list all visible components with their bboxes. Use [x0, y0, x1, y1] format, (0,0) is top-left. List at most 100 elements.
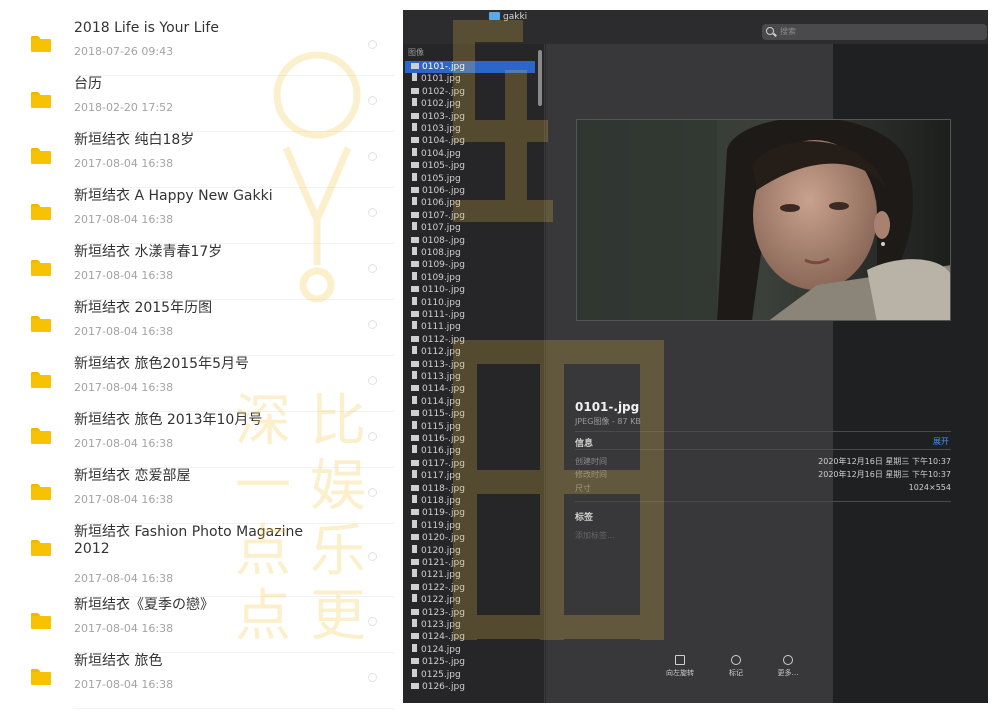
file-item[interactable]: 0111-.jpg — [405, 309, 535, 321]
file-item[interactable]: 0105-.jpg — [405, 160, 535, 172]
file-item[interactable]: 0122.jpg — [405, 594, 535, 606]
file-item[interactable]: 0124-.jpg — [405, 631, 535, 643]
file-item[interactable]: 0105.jpg — [405, 172, 535, 185]
folder-date: 2018-02-20 17:52 — [74, 101, 174, 114]
scrollbar[interactable] — [538, 50, 542, 106]
file-item[interactable]: 0120-.jpg — [405, 532, 535, 544]
file-list-column[interactable]: 图像 0101-.jpg 0101.jpg 0102-.jpg 0102.jpg 010… — [403, 44, 545, 703]
file-item[interactable]: 0126-.jpg — [405, 681, 535, 693]
file-item[interactable]: 0118-.jpg — [405, 483, 535, 495]
image-thumbnail-icon — [411, 583, 419, 590]
folder-row[interactable]: 新垣结衣 旅色 2013年10月号 2017-08-04 16:38 — [0, 412, 395, 468]
rotate-left-button[interactable]: 向左旋转 — [660, 655, 700, 678]
file-name: 0118.jpg — [421, 496, 461, 506]
file-item[interactable]: 0112-.jpg — [405, 334, 535, 346]
image-thumbnail-icon — [411, 112, 419, 119]
folder-row[interactable]: 新垣结衣 旅色 2017-08-04 16:38 — [0, 653, 395, 709]
add-tag-input[interactable]: 添加标签… — [575, 530, 615, 541]
folder-row[interactable]: 新垣结衣 纯白18岁 2017-08-04 16:38 — [0, 132, 395, 188]
folder-list: 2018 Life is Your Life 2018-07-26 09:43 台历… — [0, 0, 395, 712]
file-item[interactable]: 0121.jpg — [405, 569, 535, 581]
file-item[interactable]: 0122-.jpg — [405, 582, 535, 594]
expand-link[interactable]: 展开 — [933, 436, 949, 447]
file-item[interactable]: 0117-.jpg — [405, 458, 535, 470]
folder-row[interactable]: 新垣结衣 Fashion Photo Magazine 2012 2017-08-… — [0, 524, 395, 597]
file-item[interactable]: 0107-.jpg — [405, 210, 535, 222]
file-item[interactable]: 0118.jpg — [405, 495, 535, 507]
file-name: 0122.jpg — [421, 595, 461, 606]
file-item[interactable]: 0113-.jpg — [405, 359, 535, 371]
file-item[interactable]: 0103-.jpg — [405, 111, 535, 123]
file-item[interactable]: 0123.jpg — [405, 619, 535, 631]
folder-icon — [31, 613, 51, 629]
select-radio[interactable] — [368, 376, 377, 385]
file-item[interactable]: 0119-.jpg — [405, 507, 535, 519]
file-name: 0106.jpg — [421, 198, 461, 209]
folder-title: 2018 Life is Your Life — [74, 20, 219, 36]
info-header: 信息 — [575, 439, 594, 449]
select-radio[interactable] — [368, 320, 377, 329]
file-item[interactable]: 0107.jpg — [405, 222, 535, 234]
file-item[interactable]: 0116.jpg — [405, 445, 535, 457]
file-name: 0125-.jpg — [422, 657, 465, 668]
folder-row[interactable]: 新垣结衣 A Happy New Gakki 2017-08-04 16:38 — [0, 188, 395, 244]
select-radio[interactable] — [368, 552, 377, 561]
folder-row[interactable]: 台历 2018-02-20 17:52 — [0, 76, 395, 132]
image-thumbnail-icon — [412, 98, 417, 107]
file-item[interactable]: 0125-.jpg — [405, 656, 535, 668]
select-radio[interactable] — [368, 208, 377, 217]
file-item[interactable]: 0123-.jpg — [405, 607, 535, 619]
file-item[interactable]: 0116-.jpg — [405, 433, 535, 445]
file-item[interactable]: 0111.jpg — [405, 321, 535, 333]
more-button[interactable]: 更多… — [768, 655, 808, 678]
folder-title: 新垣结衣 旅色2015年5月号 — [74, 356, 249, 372]
select-radio[interactable] — [368, 96, 377, 105]
markup-button[interactable]: 标记 — [716, 655, 756, 678]
file-item[interactable]: 0114.jpg — [405, 395, 535, 408]
image-thumbnail-icon — [411, 311, 419, 317]
file-item[interactable]: 0120.jpg — [405, 544, 535, 557]
file-item[interactable]: 0117.jpg — [405, 470, 535, 482]
file-item[interactable]: 0110.jpg — [405, 296, 535, 309]
file-item[interactable]: 0104.jpg — [405, 147, 535, 160]
file-item[interactable]: 0110-.jpg — [405, 284, 535, 296]
file-item[interactable]: 0124.jpg — [405, 643, 535, 656]
folder-row[interactable]: 新垣结衣 恋爱部屋 2017-08-04 16:38 — [0, 468, 395, 524]
file-item[interactable]: 0108.jpg — [405, 247, 535, 259]
file-item[interactable]: 0104-.jpg — [405, 135, 535, 147]
file-item[interactable]: 0125.jpg — [405, 668, 535, 681]
select-radio[interactable] — [368, 152, 377, 161]
folder-icon — [31, 92, 51, 108]
file-item[interactable]: 0113.jpg — [405, 371, 535, 383]
file-item[interactable]: 0115-.jpg — [405, 408, 535, 420]
file-item[interactable]: 0106-.jpg — [405, 185, 535, 197]
folder-row[interactable]: 新垣结衣《夏季の戀》 2017-08-04 16:38 — [0, 597, 395, 653]
folder-row[interactable]: 新垣结衣 2015年历图 2017-08-04 16:38 — [0, 300, 395, 356]
folder-row[interactable]: 2018 Life is Your Life 2018-07-26 09:43 — [0, 20, 395, 76]
search-input[interactable]: 搜索 — [762, 24, 987, 40]
file-item[interactable]: 0112.jpg — [405, 346, 535, 358]
select-radio[interactable] — [368, 432, 377, 441]
file-item[interactable]: 0101-.jpg — [405, 61, 535, 74]
select-radio[interactable] — [368, 264, 377, 273]
file-item[interactable]: 0121-.jpg — [405, 557, 535, 569]
file-item[interactable]: 0119.jpg — [405, 519, 535, 532]
file-item[interactable]: 0103.jpg — [405, 123, 535, 135]
file-item[interactable]: 0102-.jpg — [405, 86, 535, 98]
file-item[interactable]: 0109-.jpg — [405, 259, 535, 271]
file-item[interactable]: 0109.jpg — [405, 271, 535, 284]
file-item[interactable]: 0108-.jpg — [405, 235, 535, 247]
file-item[interactable]: 0115.jpg — [405, 420, 535, 433]
file-item[interactable]: 0106.jpg — [405, 197, 535, 209]
select-radio[interactable] — [368, 40, 377, 49]
file-item[interactable]: 0101.jpg — [405, 73, 535, 85]
finder-titlebar: gakki 搜索 — [403, 10, 988, 44]
select-radio[interactable] — [368, 673, 377, 682]
select-radio[interactable] — [368, 617, 377, 626]
folder-row[interactable]: 新垣结衣 旅色2015年5月号 2017-08-04 16:38 — [0, 356, 395, 412]
select-radio[interactable] — [368, 488, 377, 497]
file-name: 0123-.jpg — [422, 607, 465, 618]
folder-row[interactable]: 新垣结衣 水漾青春17岁 2017-08-04 16:38 — [0, 244, 395, 300]
file-item[interactable]: 0102.jpg — [405, 98, 535, 110]
file-item[interactable]: 0114-.jpg — [405, 383, 535, 395]
